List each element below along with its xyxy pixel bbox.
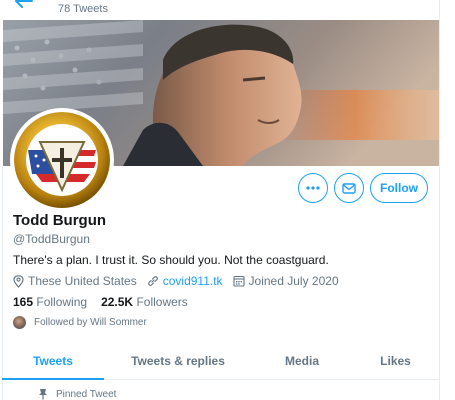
right-border [439,0,440,400]
calendar-icon [232,275,245,287]
pin-icon [39,389,47,400]
message-button[interactable] [334,173,364,203]
profile-avatar[interactable] [10,108,114,212]
shield-cross-emblem-icon [14,112,110,208]
follower-avatar [13,316,26,329]
followers-count: 22.5K [101,295,134,309]
tab-media[interactable]: Media [252,342,352,379]
tweet-count: 78 Tweets [58,3,108,15]
tab-tweets[interactable]: Tweets [2,342,104,380]
location-pin-icon [13,274,24,288]
website-link[interactable]: covid911.tk [163,274,223,288]
following-count: 165 [13,295,34,309]
location-item: These United States [13,274,137,288]
link-icon [147,276,158,286]
profile-tabs: Tweets Tweets & replies Media Likes [2,342,439,380]
back-arrow-icon[interactable] [14,0,34,8]
location-text: These United States [28,274,137,288]
pinned-label: Pinned Tweet [56,388,117,400]
top-bar: 78 Tweets [0,0,455,20]
followed-by-text: Followed by Will Sommer [34,317,147,328]
user-handle: @ToddBurgun [13,232,90,246]
follow-button[interactable]: Follow [370,173,428,203]
more-button[interactable] [298,173,328,203]
pinned-tweet-header: Pinned Tweet [38,388,116,400]
profile-bio: There's a plan. I trust it. So should yo… [13,253,329,267]
following-stat[interactable]: 165 Following [13,295,87,309]
tab-likes[interactable]: Likes [352,342,439,379]
joined-item: Joined July 2020 [232,274,339,288]
display-name: Todd Burgun [13,212,107,229]
followed-by[interactable]: Followed by Will Sommer [13,316,147,329]
profile-meta: These United States covid911.tk Joined J… [13,274,349,288]
following-label: Following [36,295,88,309]
followers-label: Followers [136,295,188,309]
envelope-icon [342,182,356,194]
tab-tweets-replies[interactable]: Tweets & replies [104,342,252,379]
follow-stats: 165 Following 22.5K Followers [13,295,202,309]
joined-text: Joined July 2020 [248,274,339,288]
more-icon [306,186,320,190]
followers-stat[interactable]: 22.5K Followers [101,295,188,309]
website-item[interactable]: covid911.tk [147,274,223,288]
